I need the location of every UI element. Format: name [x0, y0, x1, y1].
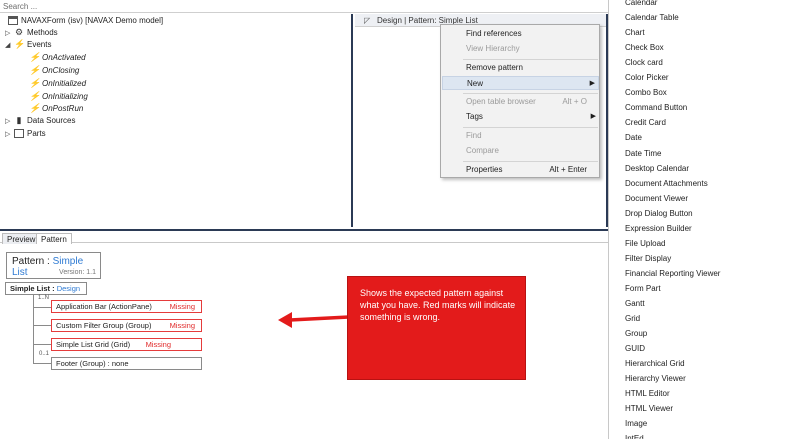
- missing-status: Missing: [145, 340, 171, 349]
- pattern-child-node[interactable]: Simple List Grid (Grid) Missing: [51, 338, 202, 351]
- submenu-item[interactable]: Color Picker: [625, 70, 669, 85]
- tree-connector: [33, 295, 34, 363]
- lightning-icon: ⚡: [14, 39, 26, 50]
- menu-separator: [463, 161, 598, 162]
- submenu-item[interactable]: Command Button: [625, 100, 687, 115]
- pattern-child-node[interactable]: Footer (Group) : none: [51, 357, 202, 370]
- submenu-item[interactable]: HTML Viewer: [625, 401, 673, 416]
- form-icon: [8, 16, 18, 26]
- menu-item-properties[interactable]: Properties Alt + Enter: [442, 163, 599, 177]
- submenu-arrow-icon: ▶: [589, 80, 595, 87]
- submenu-item[interactable]: File Upload: [625, 236, 665, 251]
- submenu-item[interactable]: Grid: [625, 311, 640, 326]
- expand-triangle-icon[interactable]: ▷: [5, 129, 14, 141]
- submenu-item[interactable]: Check Box: [625, 40, 664, 55]
- pattern-child-node[interactable]: Custom Filter Group (Group) Missing: [51, 319, 202, 332]
- tree-item-data-sources[interactable]: ▷ ▮ Data Sources: [5, 115, 75, 127]
- pattern-version: Version: 1.1: [59, 269, 96, 276]
- submenu-item[interactable]: Calendar: [625, 0, 657, 10]
- tree-event-item[interactable]: ⚡ OnInitializing: [29, 91, 88, 103]
- submenu-item[interactable]: Credit Card: [625, 115, 666, 130]
- tree-item-methods[interactable]: ▷ ⚙ Methods: [5, 27, 58, 39]
- collapse-triangle-icon[interactable]: ◢: [5, 40, 14, 52]
- tree-event-item[interactable]: ⚡ OnClosing: [29, 65, 79, 77]
- submenu-item[interactable]: Hierarchical Grid: [625, 356, 685, 371]
- tree-item-parts[interactable]: ▷ Parts: [5, 128, 46, 140]
- annotation-callout: Shows the expected pattern against what …: [347, 276, 526, 380]
- missing-status: Missing: [169, 302, 195, 311]
- submenu-item[interactable]: Drop Dialog Button: [625, 206, 693, 221]
- callout-arrow: [278, 312, 350, 328]
- submenu-item[interactable]: Gantt: [625, 296, 645, 311]
- missing-status: Missing: [169, 321, 195, 330]
- pattern-label: Pattern :: [12, 256, 53, 267]
- submenu-item[interactable]: Image: [625, 416, 647, 431]
- submenu-arrow-icon: ▶: [590, 113, 596, 120]
- submenu-item[interactable]: Hierarchy Viewer: [625, 371, 686, 386]
- tree-connector: [33, 363, 51, 364]
- pattern-child-node[interactable]: Application Bar (ActionPane) Missing: [51, 300, 202, 313]
- cardinality-label: 0..1: [39, 351, 50, 357]
- pattern-root-node[interactable]: Simple List : Design: [5, 282, 87, 295]
- submenu-item[interactable]: Date Time: [625, 146, 661, 161]
- search-bar[interactable]: Search ...: [0, 0, 608, 13]
- menu-separator: [463, 59, 598, 60]
- menu-item-find[interactable]: Find: [442, 129, 599, 143]
- context-menu: Find references View Hierarchy Remove pa…: [440, 24, 600, 178]
- tree-connector: [33, 307, 51, 308]
- submenu-item[interactable]: Document Viewer: [625, 191, 688, 206]
- menu-item-tags[interactable]: Tags ▶: [442, 110, 599, 124]
- callout-text: Shows the expected pattern against what …: [360, 288, 516, 322]
- lightning-icon: ⚡: [29, 91, 41, 102]
- methods-icon: ⚙: [14, 27, 24, 38]
- lightning-icon: ⚡: [29, 65, 41, 76]
- submenu-item[interactable]: Chart: [625, 25, 645, 40]
- submenu-item[interactable]: IntEd: [625, 431, 644, 439]
- search-input[interactable]: Search ...: [3, 2, 37, 11]
- pattern-info-box: Pattern : Simple List Version: 1.1: [6, 252, 101, 279]
- bottom-tab-bar: Preview Pattern: [0, 229, 608, 245]
- submenu-item[interactable]: Expression Builder: [625, 221, 692, 236]
- tree-event-item[interactable]: ⚡ OnInitialized: [29, 78, 86, 90]
- submenu-item[interactable]: Date: [625, 130, 642, 145]
- submenu-item[interactable]: Document Attachments: [625, 176, 708, 191]
- new-submenu-list: Calendar Calendar Table Chart Check Box Cloc…: [608, 0, 800, 439]
- menu-item-remove-pattern[interactable]: Remove pattern: [442, 61, 599, 75]
- menu-item-new[interactable]: New ▶: [442, 76, 599, 90]
- element-tree-pane: NAVAXForm (isv) [NAVAX Demo model] ▷ ⚙ Met…: [0, 14, 353, 227]
- tree-root[interactable]: NAVAXForm (isv) [NAVAX Demo model]: [8, 15, 163, 27]
- menu-separator: [463, 127, 598, 128]
- submenu-item[interactable]: Combo Box: [625, 85, 667, 100]
- tree-connector: [33, 325, 51, 326]
- submenu-item[interactable]: Financial Reporting Viewer: [625, 266, 720, 281]
- submenu-item[interactable]: GUID: [625, 341, 645, 356]
- cardinality-label: 1..N: [38, 295, 50, 301]
- submenu-item[interactable]: Clock card: [625, 55, 663, 70]
- submenu-item[interactable]: Desktop Calendar: [625, 161, 689, 176]
- menu-item-view-hierarchy[interactable]: View Hierarchy: [442, 42, 599, 56]
- submenu-item[interactable]: Group: [625, 326, 647, 341]
- menu-item-compare[interactable]: Compare: [442, 144, 599, 158]
- tree-item-events[interactable]: ◢ ⚡ Events: [5, 39, 51, 51]
- tree-event-item[interactable]: ⚡ OnActivated: [29, 52, 86, 64]
- submenu-item[interactable]: Form Part: [625, 281, 661, 296]
- menu-separator: [463, 93, 598, 94]
- lightning-icon: ⚡: [29, 78, 41, 89]
- tree-connector: [33, 344, 51, 345]
- design-icon: ◸: [364, 16, 371, 25]
- submenu-item[interactable]: Calendar Table: [625, 10, 679, 25]
- submenu-item[interactable]: HTML Editor: [625, 386, 670, 401]
- menu-item-find-references[interactable]: Find references: [442, 27, 599, 41]
- lightning-icon: ⚡: [29, 103, 41, 114]
- database-icon: ▮: [16, 115, 22, 126]
- parts-icon: [14, 129, 24, 139]
- menu-item-open-table-browser[interactable]: Open table browser Alt + O: [442, 95, 599, 109]
- submenu-item[interactable]: Filter Display: [625, 251, 671, 266]
- tree-event-item[interactable]: ⚡ OnPostRun: [29, 103, 83, 115]
- lightning-icon: ⚡: [29, 52, 41, 63]
- expand-triangle-icon[interactable]: ▷: [5, 116, 14, 128]
